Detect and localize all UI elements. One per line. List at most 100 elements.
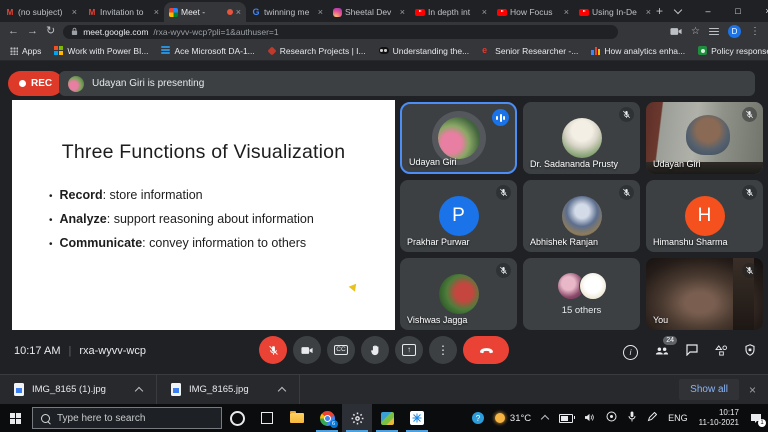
download-item-2[interactable]: IMG_8165.jpg <box>157 375 299 404</box>
cortana-button[interactable] <box>222 404 252 432</box>
tray-app-icon[interactable] <box>606 409 617 427</box>
participant-tile-udayan-giri-camera[interactable]: Udayan Giri <box>646 102 763 174</box>
participant-tile-sadananda-prusty[interactable]: Dr. Sadananda Prusty <box>523 102 640 174</box>
participant-tile-prakhar-purwar[interactable]: P Prakhar Purwar <box>400 180 517 252</box>
chat-button[interactable] <box>686 343 698 361</box>
close-tab-icon[interactable]: × <box>400 7 405 17</box>
tab-search-chevron-icon[interactable] <box>663 0 693 22</box>
mic-muted-icon <box>742 263 757 278</box>
bookmark-research-projects[interactable]: Research Projects | I... <box>268 46 366 56</box>
task-view-button[interactable] <box>252 404 282 432</box>
download-menu-chevron-icon[interactable] <box>279 381 285 399</box>
action-center-button[interactable]: 1 <box>750 413 762 424</box>
browser-menu-icon[interactable]: ⋮ <box>750 26 760 37</box>
activities-button[interactable] <box>715 343 728 361</box>
minimize-button[interactable]: – <box>693 0 723 22</box>
tab-label: Invitation to <box>100 7 151 17</box>
close-tab-icon[interactable]: × <box>154 7 159 17</box>
chrome-taskbar-button[interactable]: 6 <box>312 404 342 432</box>
close-tab-icon[interactable]: × <box>236 7 241 17</box>
pointer-mark <box>349 281 360 291</box>
participant-tile-others[interactable]: 15 others <box>523 258 640 330</box>
meeting-info-button[interactable]: i <box>623 345 638 360</box>
windows-ink-pen-icon[interactable] <box>647 409 657 427</box>
shield-lock-icon <box>745 344 755 356</box>
close-tab-icon[interactable]: × <box>318 7 323 17</box>
meeting-details[interactable]: 10:17 AM | rxa-wyvv-wcp <box>14 345 146 357</box>
forward-button[interactable]: → <box>27 26 38 37</box>
close-tab-icon[interactable]: × <box>646 7 651 17</box>
captions-button[interactable]: CC <box>327 336 355 364</box>
settings-taskbar-button[interactable] <box>342 404 372 432</box>
youtube-icon <box>415 9 425 16</box>
close-tab-icon[interactable]: × <box>482 7 487 17</box>
taskbar-clock[interactable]: 10:17 11-10-2021 <box>699 408 739 428</box>
participants-button[interactable]: 24 <box>655 343 669 361</box>
reload-button[interactable]: ↻ <box>46 26 55 37</box>
host-controls-button[interactable] <box>745 343 755 361</box>
back-button[interactable]: ← <box>8 26 19 37</box>
snip-app-taskbar-button[interactable] <box>402 404 432 432</box>
tab-label: (no subject) <box>18 7 69 17</box>
participant-tile-vishwas-jagga[interactable]: Vishwas Jagga <box>400 258 517 330</box>
reading-list-icon[interactable] <box>709 28 719 36</box>
recording-indicator: REC <box>8 71 63 96</box>
tab-in-depth[interactable]: In depth int × <box>410 2 492 22</box>
battery-icon[interactable] <box>559 414 573 423</box>
download-menu-chevron-icon[interactable] <box>136 381 142 399</box>
leave-call-button[interactable] <box>463 336 509 364</box>
bookmark-ace-microsoft[interactable]: Ace Microsoft DA-1... <box>161 46 254 56</box>
tab-sheetal[interactable]: Sheetal Dev × <box>328 2 410 22</box>
maximize-button[interactable]: □ <box>723 0 753 22</box>
language-indicator[interactable]: ENG <box>668 413 688 423</box>
bookmark-senior-researcher[interactable]: eSenior Researcher -... <box>482 46 578 56</box>
download-shelf: IMG_8165 (1).jpg IMG_8165.jpg Show all × <box>0 374 768 404</box>
raise-hand-button[interactable] <box>361 336 389 364</box>
system-tray: ? 31°C ENG 10:17 11-10-2021 1 <box>472 408 768 428</box>
bookmark-power-bi[interactable]: Work with Power BI... <box>54 46 148 56</box>
close-tab-icon[interactable]: × <box>72 7 77 17</box>
analytics-icon <box>591 46 600 55</box>
volume-icon[interactable] <box>584 409 595 427</box>
close-window-button[interactable]: × <box>753 0 768 22</box>
start-button[interactable] <box>0 404 30 432</box>
new-tab-button[interactable]: + <box>656 4 663 18</box>
hidden-icons-chevron[interactable] <box>542 409 548 427</box>
bookmark-understanding[interactable]: Understanding the... <box>379 46 470 56</box>
file-explorer-button[interactable] <box>282 404 312 432</box>
help-icon[interactable]: ? <box>472 412 484 424</box>
camera-permission-icon[interactable] <box>670 27 682 36</box>
participant-tile-himanshu-sharma[interactable]: H Himanshu Sharma <box>646 180 763 252</box>
mic-muted-icon <box>742 185 757 200</box>
show-all-downloads-button[interactable]: Show all <box>679 379 739 400</box>
address-bar[interactable]: meet.google.com/rxa-wyvv-wcp?pli=1&authu… <box>63 25 618 39</box>
shared-presentation-slide: Three Functions of Visualization •Record… <box>12 100 395 330</box>
close-shelf-icon[interactable]: × <box>749 383 756 397</box>
tab-no-subject[interactable]: M (no subject) × <box>0 2 82 22</box>
camera-toggle-button[interactable] <box>293 336 321 364</box>
participant-tile-udayan-giri[interactable]: Udayan Giri <box>400 102 517 174</box>
more-options-button[interactable]: ⋮ <box>429 336 457 364</box>
mic-toggle-button[interactable] <box>259 336 287 364</box>
tab-using-in-d[interactable]: Using In-De × <box>574 2 656 22</box>
present-screen-button[interactable]: ↑ <box>395 336 423 364</box>
bookmark-how-analytics[interactable]: How analytics enha... <box>591 46 685 56</box>
participant-tile-you[interactable]: You <box>646 258 763 330</box>
microphone-in-use-icon[interactable] <box>628 409 636 427</box>
tab-meet-active[interactable]: Meet - × <box>164 2 246 22</box>
recording-dot-icon <box>227 9 233 15</box>
tab-twinning[interactable]: G twinning me × <box>246 2 328 22</box>
photos-taskbar-button[interactable] <box>372 404 402 432</box>
slide-bullet: •Communicate: convey information to othe… <box>49 236 395 250</box>
bookmark-policy-responses[interactable]: Policy responses for... <box>698 46 768 56</box>
weather-widget[interactable]: 31°C <box>495 413 531 424</box>
close-tab-icon[interactable]: × <box>564 7 569 17</box>
taskbar-search-input[interactable]: Type here to search <box>32 407 222 429</box>
profile-avatar[interactable]: D <box>728 25 741 38</box>
bookmark-apps[interactable]: Apps <box>10 46 41 56</box>
tab-how-focus[interactable]: How Focus × <box>492 2 574 22</box>
participant-tile-abhishek-ranjan[interactable]: Abhishek Ranjan <box>523 180 640 252</box>
bookmark-star-icon[interactable]: ☆ <box>691 26 700 37</box>
download-item-1[interactable]: IMG_8165 (1).jpg <box>0 375 156 404</box>
tab-invitation[interactable]: M Invitation to × <box>82 2 164 22</box>
